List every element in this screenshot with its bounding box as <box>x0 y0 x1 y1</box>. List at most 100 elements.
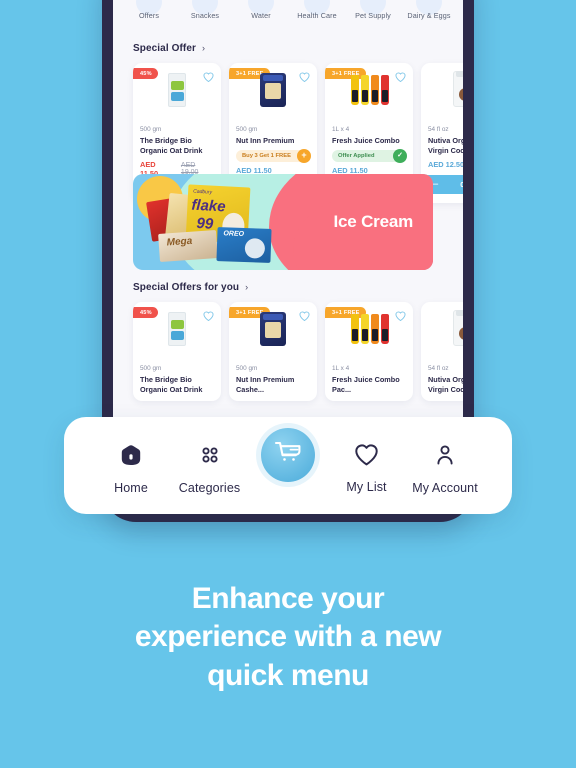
banner-product-oreo: OREO <box>216 227 272 263</box>
nav-item-my-account[interactable]: My Account <box>406 443 484 495</box>
category-label: Pet <box>457 11 463 20</box>
product-info: 500 gm Nut Inn Premium Cashe... Buy 3 Ge… <box>229 125 317 181</box>
nav-item-cart[interactable] <box>249 428 327 482</box>
quantity-value: 01 <box>460 180 463 189</box>
discount-badge: 45% <box>133 307 158 318</box>
product-image-area: 3+1 FREE <box>229 302 317 364</box>
product-artwork-coconut-oil-jar <box>453 310 463 346</box>
product-info: 1L x 4 Fresh Juice Combo Pac... <box>325 364 413 401</box>
offer-pill[interactable]: Buy 3 Get 1 FREE + <box>236 148 311 163</box>
heart-icon[interactable] <box>395 308 406 326</box>
nav-label-my-list: My List <box>346 480 387 494</box>
product-image-area <box>421 63 463 125</box>
category-label: Water <box>251 11 271 20</box>
category-item-pet[interactable]: Pet <box>457 0 463 20</box>
heart-icon[interactable] <box>299 69 310 87</box>
category-item-pet-supply[interactable]: Pet Supply <box>345 0 401 20</box>
offer-pill-label: Buy 3 Get 1 FREE <box>242 153 291 159</box>
section-header-special-offer[interactable]: Special Offer › <box>133 43 205 54</box>
banner-title: Ice Cream <box>333 212 414 231</box>
product-artwork-oat-drink <box>168 73 186 107</box>
category-label: Health Care <box>297 11 337 20</box>
nav-item-home[interactable]: Home <box>92 443 170 495</box>
category-item-offers[interactable]: Offers <box>121 0 177 20</box>
product-size: 500 gm <box>236 365 258 372</box>
offer-pill[interactable]: Offer Applied ✓ <box>332 148 407 163</box>
product-name: Nutiva Organic Virgin Coconut ... <box>428 136 463 155</box>
product-image-area: 3+1 FREE <box>229 63 317 125</box>
product-artwork-juice-bottles <box>349 314 389 346</box>
product-size: 54 fl oz <box>428 126 449 133</box>
category-label: Dairy & Eggs <box>407 11 451 20</box>
heart-icon[interactable] <box>203 308 214 326</box>
add-offer-button[interactable]: + <box>297 148 311 163</box>
cart-icon <box>273 439 303 472</box>
nav-label-categories: Categories <box>178 481 241 495</box>
product-card[interactable]: 45% 500 gm The Bridge Bio Organic Oat Dr… <box>133 302 221 401</box>
product-artwork-juice-bottles <box>349 75 389 107</box>
product-artwork-coconut-oil-jar <box>453 71 463 107</box>
product-info: 1L x 4 Fresh Juice Combo Pac... Offer Ap… <box>325 125 413 181</box>
category-label: Snackes <box>190 11 220 20</box>
offer-applied-check-icon: ✓ <box>393 148 407 163</box>
product-name: The Bridge Bio Organic Oat Drink Barista… <box>140 136 203 156</box>
category-item-water[interactable]: Water <box>233 0 289 20</box>
user-icon <box>433 443 457 472</box>
category-item-health-care[interactable]: Health Care <box>289 0 345 20</box>
product-name: Fresh Juice Combo Pac... <box>332 136 400 147</box>
category-item-dairy-eggs[interactable]: Dairy & Eggs <box>401 0 457 20</box>
product-name: Nut Inn Premium Cashe... <box>236 375 295 394</box>
discount-badge: 45% <box>133 68 158 79</box>
product-name: The Bridge Bio Organic Oat Drink Barista… <box>140 375 203 395</box>
product-info: 500 gm Nut Inn Premium Cashe... <box>229 364 317 401</box>
product-image-area: 45% <box>133 302 221 364</box>
product-artwork-cashew-pouch <box>260 312 286 346</box>
banner-product-mega: Mega <box>158 230 218 262</box>
section-header-special-offers-for-you[interactable]: Special Offers for you › <box>133 282 248 293</box>
category-strip[interactable]: Offers Snackes Water Health Care Pet Sup… <box>113 0 463 28</box>
bottom-navigation-bar[interactable]: Home Categories My List My Account <box>64 417 512 514</box>
nav-item-my-list[interactable]: My List <box>328 443 406 494</box>
section-title: Special Offers for you <box>133 282 240 293</box>
headline-line-2: experience with a new <box>134 620 442 654</box>
product-name: Nut Inn Premium Cashe... <box>236 136 295 147</box>
product-image-area <box>421 302 463 364</box>
product-size: 500 gm <box>140 126 162 133</box>
heart-icon[interactable] <box>395 69 406 87</box>
product-name: Nutiva Organic Virgin Coconut ... <box>428 375 463 394</box>
cart-fab-button[interactable] <box>261 428 315 482</box>
product-artwork-oat-drink <box>168 312 186 346</box>
promo-banner-ice-cream[interactable]: Cadbury flake 99 Mega OREO Ice Cream <box>133 174 433 270</box>
category-label: Pet Supply <box>355 11 391 20</box>
category-label: Offers <box>138 11 160 20</box>
product-size: 500 gm <box>236 126 258 133</box>
heart-icon[interactable] <box>203 69 214 87</box>
grid-icon <box>198 443 222 472</box>
headline-line-3: quick menu <box>207 658 369 692</box>
product-info: 500 gm The Bridge Bio Organic Oat Drink … <box>133 364 221 401</box>
product-info: 54 fl oz Nutiva Organic Virgin Coconut .… <box>421 125 463 175</box>
offer-pill-label: Offer Applied <box>338 153 375 159</box>
product-image-area: 3+1 FREE <box>325 63 413 125</box>
home-icon <box>119 443 143 472</box>
chevron-right-icon[interactable]: › <box>245 283 248 292</box>
product-info: 54 fl oz Nutiva Organic Virgin Coconut .… <box>421 364 463 401</box>
product-size: 1L x 4 <box>332 126 350 133</box>
product-price: AED 12.50 <box>428 160 463 169</box>
category-item-snackes[interactable]: Snackes <box>177 0 233 20</box>
product-image-area: 3+1 FREE <box>325 302 413 364</box>
product-card[interactable]: 54 fl oz Nutiva Organic Virgin Coconut .… <box>421 302 463 401</box>
promo-headline: Enhance your experience with a new quick… <box>0 580 576 695</box>
headline-line-1: Enhance your <box>191 582 385 615</box>
product-card[interactable]: 3+1 FREE 1L x 4 Fresh Juice Combo Pac... <box>325 302 413 401</box>
product-size: 54 fl oz <box>428 365 449 372</box>
product-card[interactable]: 3+1 FREE 500 gm Nut Inn Premium Cashe... <box>229 302 317 401</box>
product-artwork-cashew-pouch <box>260 73 286 107</box>
product-row-special-offers-for-you[interactable]: 45% 500 gm The Bridge Bio Organic Oat Dr… <box>133 302 463 401</box>
heart-icon[interactable] <box>299 308 310 326</box>
product-size: 1L x 4 <box>332 365 350 372</box>
chevron-right-icon[interactable]: › <box>202 44 205 53</box>
product-name: Fresh Juice Combo Pac... <box>332 375 400 394</box>
nav-item-categories[interactable]: Categories <box>171 443 249 495</box>
section-title: Special Offer <box>133 43 196 54</box>
